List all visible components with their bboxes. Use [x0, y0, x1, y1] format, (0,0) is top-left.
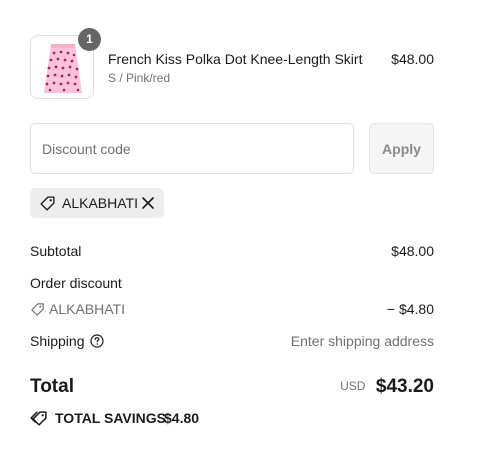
applied-code-label: ALKABHATI [62, 195, 138, 211]
tag-icon [31, 303, 44, 316]
shipping-value: Enter shipping address [290, 333, 434, 349]
savings-amount: $4.80 [164, 410, 200, 426]
discount-value: − $4.80 [386, 301, 434, 317]
applied-discount-chip: ALKABHATI [30, 188, 164, 218]
order-summary: 1 French Kiss Polka Dot Knee-Length Skir… [0, 0, 481, 468]
total-value-group: USD $43.20 [340, 376, 434, 398]
savings-label: TOTAL SAVINGS [55, 410, 166, 426]
subtotal-value: $48.00 [391, 243, 434, 259]
subtotal-label: Subtotal [30, 243, 82, 259]
apply-button[interactable]: Apply [369, 123, 434, 174]
close-icon[interactable] [141, 196, 155, 210]
currency-code: USD [340, 379, 366, 393]
discount-code-input[interactable] [30, 123, 354, 174]
product-name: French Kiss Polka Dot Knee-Length Skirt [108, 51, 363, 67]
product-price: $48.00 [391, 51, 434, 67]
help-icon[interactable] [90, 334, 104, 348]
total-label: Total [30, 376, 74, 397]
quantity-badge: 1 [78, 28, 101, 51]
shipping-label: Shipping [30, 333, 85, 349]
tags-icon [30, 411, 47, 426]
discount-code-text: ALKABHATI [49, 301, 125, 317]
order-discount-label: Order discount [30, 275, 122, 291]
total-amount: $43.20 [375, 376, 434, 397]
tag-icon [40, 196, 55, 211]
line-item: 1 French Kiss Polka Dot Knee-Length Skir… [30, 28, 434, 99]
product-variant: S / Pink/red [108, 71, 171, 85]
